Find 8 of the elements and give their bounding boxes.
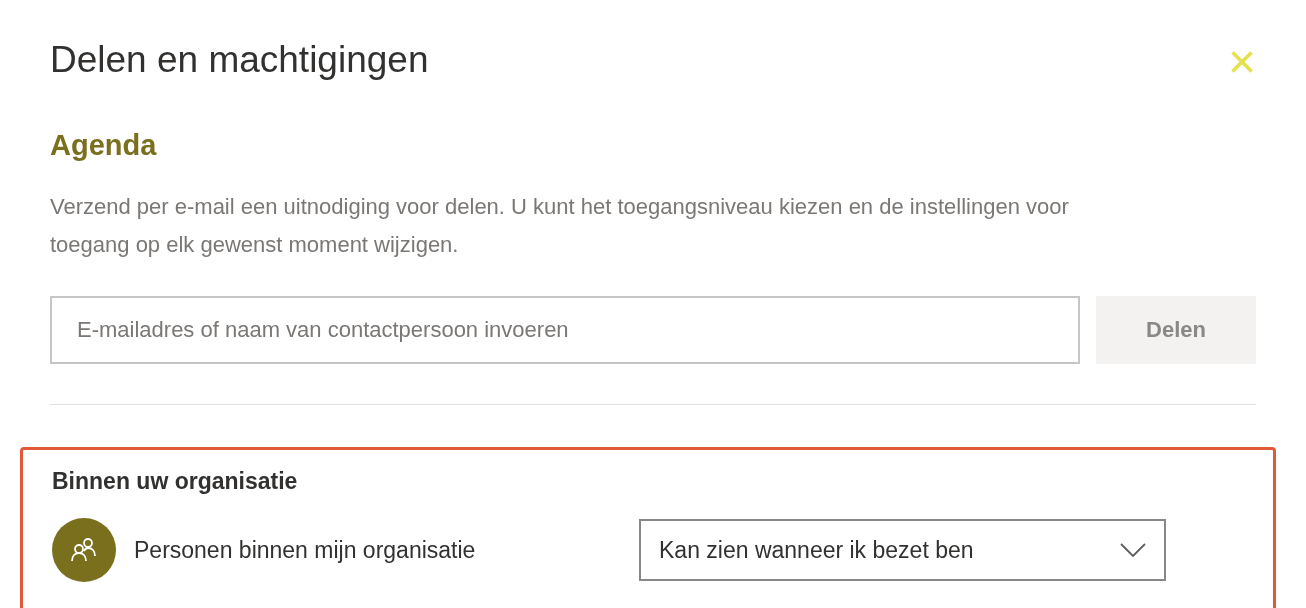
description-text: Verzend per e-mail een uitnodiging voor delen. U kunt het toegangsniveau kiezen en de instellingen voor toegang op elk gewenst moment wijzigen. [50, 192, 1070, 259]
organization-heading: Binnen uw organisatie [52, 466, 299, 496]
permission-dropdown[interactable]: Kan zien wanneer ik bezet ben [639, 519, 1166, 581]
person-name: Personen binnen mijn organisatie [134, 535, 477, 565]
dialog-title: Delen en machtigingen [50, 38, 429, 82]
section-heading: Agenda [49, 128, 158, 163]
email-input-field[interactable]: E-mailadres of naam van contactpersoon invoeren [50, 295, 1080, 364]
chevron-down-icon [1120, 543, 1146, 557]
